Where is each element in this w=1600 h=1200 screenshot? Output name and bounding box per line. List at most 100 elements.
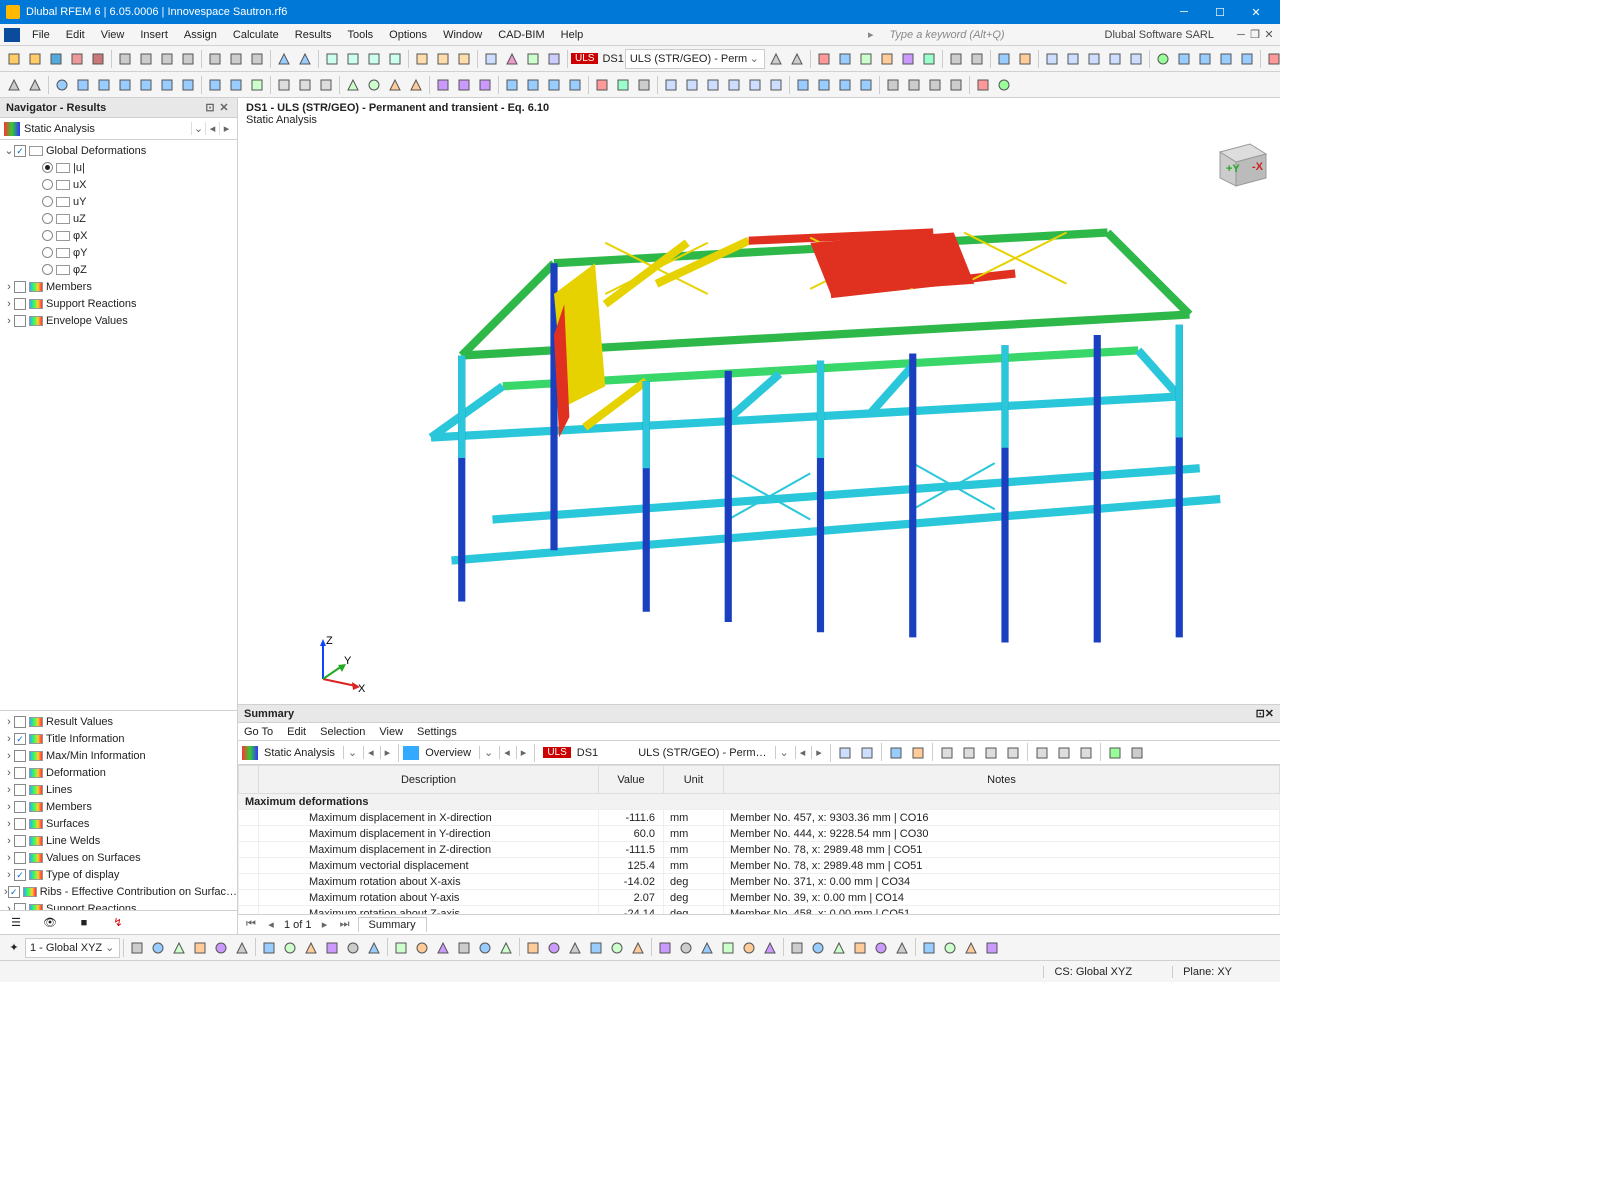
- fx-icon[interactable]: [433, 49, 453, 69]
- next-button[interactable]: ▸: [811, 746, 826, 759]
- snap-tool-27[interactable]: [718, 938, 738, 958]
- snap-tool-26[interactable]: [697, 938, 717, 958]
- report-icon[interactable]: [178, 49, 198, 69]
- snap-tool-16[interactable]: [475, 938, 495, 958]
- snap-tool-2[interactable]: [169, 938, 189, 958]
- ax-icon[interactable]: [634, 75, 654, 95]
- grid2-icon[interactable]: [226, 75, 246, 95]
- snap-tool-22[interactable]: [607, 938, 627, 958]
- snap-tool-28[interactable]: [739, 938, 759, 958]
- snap-tool-11[interactable]: [364, 938, 384, 958]
- box-c-icon[interactable]: [316, 75, 336, 95]
- eye-icon[interactable]: [886, 743, 906, 763]
- more-icon[interactable]: [1127, 743, 1147, 763]
- tree-node[interactable]: ›Max/Min Information: [0, 747, 237, 764]
- dim-icon[interactable]: [433, 75, 453, 95]
- view-cube[interactable]: +Y -X: [1208, 136, 1272, 192]
- grid-icon[interactable]: [205, 75, 225, 95]
- table-row[interactable]: Maximum rotation about X-axis-14.02degMe…: [239, 874, 1280, 890]
- snap-tool-30[interactable]: [787, 938, 807, 958]
- table3-icon[interactable]: [364, 49, 384, 69]
- view-top-icon[interactable]: [814, 75, 834, 95]
- checkbox[interactable]: [14, 835, 26, 847]
- reaction-icon[interactable]: [898, 49, 918, 69]
- minimize-button[interactable]: ─: [1166, 0, 1202, 24]
- cut-icon[interactable]: [205, 49, 225, 69]
- results-tree[interactable]: ⌄Global Deformations|u|uXuYuZφXφYφZ›Memb…: [0, 140, 237, 710]
- stress-icon[interactable]: [877, 49, 897, 69]
- checkbox[interactable]: [8, 886, 20, 898]
- tree-node[interactable]: φY: [0, 244, 237, 261]
- clip3-icon[interactable]: [925, 75, 945, 95]
- clip-icon[interactable]: [883, 75, 903, 95]
- model-viewport[interactable]: +Y -X Z X Y: [238, 130, 1280, 704]
- maximize-button[interactable]: ☐: [1202, 0, 1238, 24]
- checkbox[interactable]: [14, 281, 26, 293]
- diagram-icon[interactable]: [544, 49, 564, 69]
- num-icon[interactable]: [592, 75, 612, 95]
- snap-tool-3[interactable]: [190, 938, 210, 958]
- tree-node[interactable]: ›Values on Surfaces: [0, 849, 237, 866]
- snap-tool-15[interactable]: [454, 938, 474, 958]
- tree-node[interactable]: uZ: [0, 210, 237, 227]
- summary-menu-edit[interactable]: Edit: [287, 726, 306, 738]
- set-icon[interactable]: [178, 75, 198, 95]
- close-button[interactable]: ✕: [1238, 0, 1274, 24]
- col-description[interactable]: Description: [259, 766, 599, 794]
- next-button[interactable]: ▸: [219, 122, 233, 135]
- block-icon[interactable]: [67, 49, 87, 69]
- doc-close-button[interactable]: ✕: [1262, 28, 1276, 41]
- undo-icon[interactable]: [274, 49, 294, 69]
- tree-node[interactable]: ›Support Reactions: [0, 295, 237, 312]
- menu-tools[interactable]: Tools: [339, 24, 381, 46]
- checkbox[interactable]: [14, 903, 26, 911]
- tree-node[interactable]: ⌄Global Deformations: [0, 142, 237, 159]
- check-icon[interactable]: [412, 49, 432, 69]
- radio[interactable]: [42, 162, 53, 173]
- snap-tool-4[interactable]: [211, 938, 231, 958]
- table-row[interactable]: Maximum vectorial displacement125.4mmMem…: [239, 858, 1280, 874]
- save-all-icon[interactable]: [136, 49, 156, 69]
- snap-tool-34[interactable]: [871, 938, 891, 958]
- ok-icon[interactable]: [994, 75, 1014, 95]
- load2-icon[interactable]: [406, 75, 426, 95]
- render3-icon[interactable]: [544, 75, 564, 95]
- snap-tool-9[interactable]: [322, 938, 342, 958]
- tree-node[interactable]: ›Deformation: [0, 764, 237, 781]
- box-a-icon[interactable]: [274, 75, 294, 95]
- snap-tool-6[interactable]: [259, 938, 279, 958]
- box4-icon[interactable]: [1237, 49, 1257, 69]
- checkbox[interactable]: [14, 784, 26, 796]
- color-icon[interactable]: [994, 49, 1014, 69]
- menu-view[interactable]: View: [93, 24, 133, 46]
- snap-tool-18[interactable]: [523, 938, 543, 958]
- exp3-icon[interactable]: [1076, 743, 1096, 763]
- graph-icon[interactable]: [502, 49, 522, 69]
- next-lc-icon[interactable]: [787, 49, 807, 69]
- tab-results-icon[interactable]: ↯: [104, 913, 132, 933]
- zoom-icon[interactable]: [1153, 49, 1173, 69]
- redo-icon[interactable]: [295, 49, 315, 69]
- tree-node[interactable]: ›Members: [0, 278, 237, 295]
- page-last-button[interactable]: ⏭: [338, 918, 352, 931]
- del-icon[interactable]: [973, 75, 993, 95]
- snap-tool-32[interactable]: [829, 938, 849, 958]
- render1-icon[interactable]: [502, 75, 522, 95]
- snap-tool-5[interactable]: [232, 938, 252, 958]
- snap-tool-35[interactable]: [892, 938, 912, 958]
- view-iso-icon[interactable]: [793, 75, 813, 95]
- table-row[interactable]: Maximum displacement in Y-direction60.0m…: [239, 826, 1280, 842]
- tree-node[interactable]: φZ: [0, 261, 237, 278]
- support-icon[interactable]: [919, 49, 939, 69]
- text-icon[interactable]: [454, 75, 474, 95]
- open-file-icon[interactable]: [25, 49, 45, 69]
- panel2-icon[interactable]: [1063, 49, 1083, 69]
- next-button[interactable]: ▸: [516, 746, 531, 759]
- paste-icon[interactable]: [247, 49, 267, 69]
- snap-tool-17[interactable]: [496, 938, 516, 958]
- layer2-icon[interactable]: [682, 75, 702, 95]
- panel4-icon[interactable]: [1105, 49, 1125, 69]
- snap-tool-21[interactable]: [586, 938, 606, 958]
- new-file-icon[interactable]: [4, 49, 24, 69]
- prev-button[interactable]: ◂: [499, 746, 514, 759]
